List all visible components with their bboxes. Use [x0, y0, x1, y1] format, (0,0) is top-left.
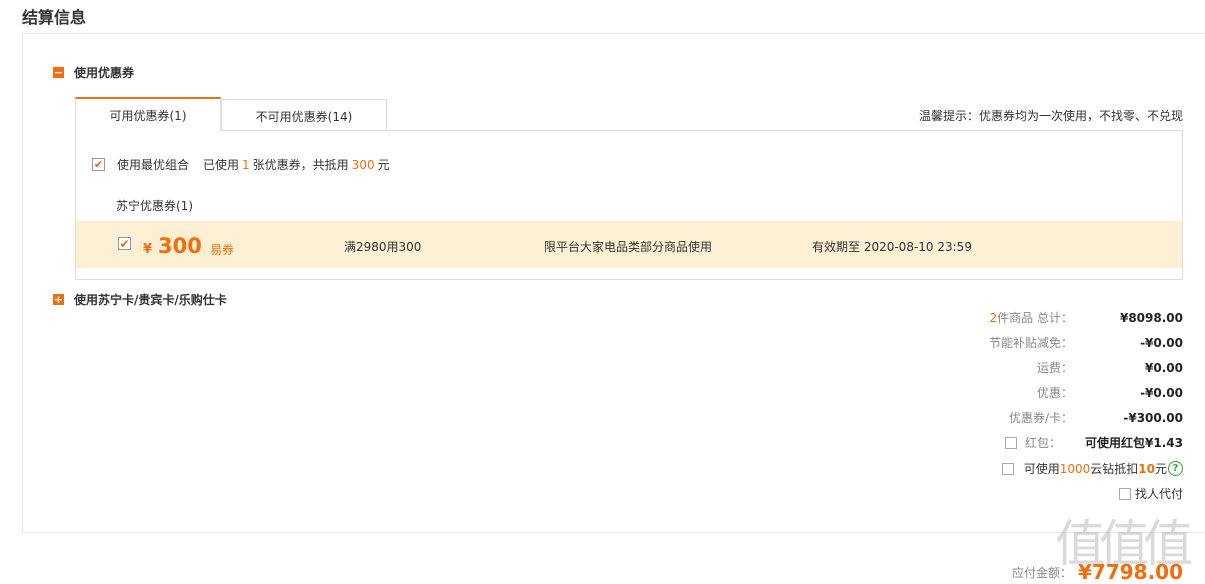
best-combination-row: ✔ 使用最优组合 已使用 1 张优惠券，共抵用 300 元	[92, 156, 390, 173]
coupon-discount-label: 优惠券/卡：	[1008, 411, 1073, 425]
coupon-used-unit: 元	[377, 158, 390, 172]
discount-label: 优惠：	[1036, 386, 1073, 400]
proxy-pay-row: 找人代付	[1118, 485, 1183, 502]
coupon-condition: 满2980用300	[344, 240, 422, 254]
shipping-value: ¥0.00	[1145, 360, 1183, 375]
coupon-used-text: 已使用	[203, 158, 240, 172]
red-packet-row: 红包： 可使用红包¥1.43	[1005, 434, 1183, 451]
diamond-unit: 元	[1154, 462, 1167, 476]
diamond-amount: 10	[1138, 461, 1155, 476]
discount-value: -¥0.00	[1140, 385, 1183, 400]
tab-available-coupons[interactable]: 可用优惠券(1)	[75, 97, 221, 131]
card-section-header[interactable]: + 使用苏宁卡/贵宾卡/乐购仕卡	[53, 291, 227, 308]
coupon-item[interactable]: ✔ ¥ 300 易券 满2980用300 限平台大家电品类部分商品使用 有效期至…	[76, 221, 1182, 268]
collapse-icon[interactable]: −	[53, 67, 64, 78]
diamond-pre-text: 可使用	[1023, 462, 1060, 476]
subsidy-label: 节能补贴减免：	[988, 336, 1073, 350]
coupon-tabs: 可用优惠券(1) 不可用优惠券(14)	[75, 97, 387, 131]
coupon-used-summary: 张优惠券，共抵用	[252, 158, 349, 172]
diamond-row: 可使用 1000 云钻抵扣 10 元 ?	[1001, 460, 1183, 477]
diamond-mid-text: 云钻抵扣	[1090, 462, 1139, 476]
items-total-label: 2件商品 总计：	[990, 309, 1073, 326]
coupon-scope: 限平台大家电品类部分商品使用	[544, 240, 713, 254]
proxy-pay-checkbox[interactable]	[1118, 487, 1131, 500]
tab-unavailable-coupons[interactable]: 不可用优惠券(14)	[221, 99, 387, 131]
red-packet-label: 红包：	[1025, 436, 1062, 450]
coupon-section-header[interactable]: − 使用优惠券	[53, 64, 134, 81]
coupon-used-amount: 300	[351, 157, 375, 172]
coupon-section-label: 使用优惠券	[74, 66, 135, 80]
coupon-value: 300	[158, 234, 202, 258]
coupon-discount-value: -¥300.00	[1123, 410, 1183, 425]
expand-icon[interactable]: +	[53, 294, 64, 305]
red-packet-checkbox[interactable]	[1005, 436, 1018, 449]
subsidy-value: -¥0.00	[1140, 335, 1183, 350]
shipping-row: 运费： ¥0.00	[1037, 359, 1183, 376]
payable-row: 应付金额： ¥7798.00	[1012, 560, 1183, 584]
items-label-text: 件商品 总计：	[997, 311, 1073, 325]
coupon-group-label: 苏宁优惠券(1)	[116, 199, 193, 213]
coupon-tip: 温馨提示：优惠券均为一次使用，不找零、不兑现	[918, 109, 1183, 123]
shipping-label: 运费：	[1036, 361, 1073, 375]
card-section-label: 使用苏宁卡/贵宾卡/乐购仕卡	[74, 293, 227, 307]
page-title: 结算信息	[22, 8, 87, 27]
coupon-amount: ¥ 300	[143, 234, 202, 258]
items-total-row: 2件商品 总计： ¥8098.00	[990, 309, 1183, 326]
best-combination-checkbox[interactable]: ✔	[92, 158, 105, 171]
diamond-count: 1000	[1059, 461, 1091, 476]
coupon-type: 易券	[210, 243, 235, 257]
items-total-value: ¥8098.00	[1119, 310, 1183, 325]
coupon-used-count: 1	[242, 157, 250, 172]
payable-value: ¥7798.00	[1077, 560, 1183, 584]
diamond-checkbox[interactable]	[1001, 462, 1014, 475]
help-icon[interactable]: ?	[1168, 461, 1183, 476]
best-combination-label: 使用最优组合	[117, 158, 190, 172]
red-packet-value: 可使用红包¥1.43	[1085, 436, 1183, 450]
coupon-discount-row: 优惠券/卡： -¥300.00	[1009, 409, 1183, 426]
payable-label: 应付金额：	[1011, 565, 1072, 580]
coupon-expiry: 有效期至 2020-08-10 23:59	[812, 240, 972, 254]
proxy-pay-label: 找人代付	[1134, 487, 1183, 501]
coupon-checkbox[interactable]: ✔	[118, 237, 131, 251]
discount-row: 优惠： -¥0.00	[1037, 384, 1183, 401]
coupon-currency: ¥	[143, 242, 153, 257]
subsidy-row: 节能补贴减免： -¥0.00	[989, 334, 1183, 351]
